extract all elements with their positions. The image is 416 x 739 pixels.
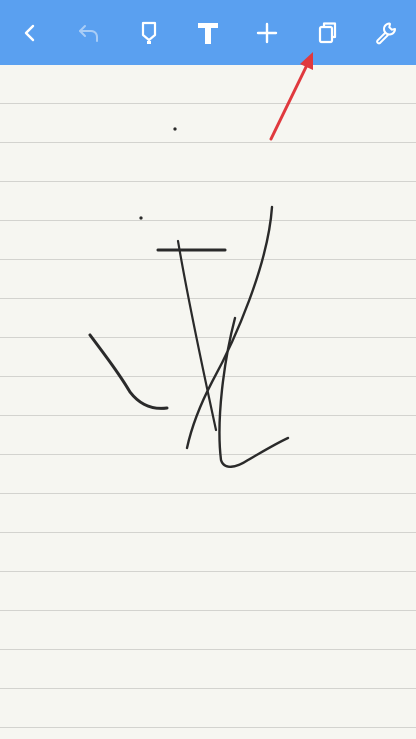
pen-tool-button[interactable] xyxy=(133,17,165,49)
chevron-left-icon xyxy=(24,24,35,41)
ruled-line xyxy=(0,688,416,689)
wrench-icon xyxy=(376,22,396,44)
ruled-line xyxy=(0,337,416,338)
ruled-line xyxy=(0,220,416,221)
plus-icon xyxy=(257,22,278,43)
ruled-line xyxy=(0,298,416,299)
ruled-line xyxy=(0,142,416,143)
notebook-canvas[interactable] xyxy=(0,65,416,739)
ruled-line xyxy=(0,571,416,572)
ruled-line xyxy=(0,259,416,260)
undo-icon xyxy=(79,24,99,42)
ruled-line xyxy=(0,532,416,533)
copy-pages-icon xyxy=(318,21,336,43)
back-button[interactable] xyxy=(14,17,46,49)
ruled-line xyxy=(0,649,416,650)
pages-button[interactable] xyxy=(311,17,343,49)
add-button[interactable] xyxy=(251,17,283,49)
ruled-line xyxy=(0,493,416,494)
ruled-line xyxy=(0,181,416,182)
ruled-line xyxy=(0,415,416,416)
ruled-line xyxy=(0,454,416,455)
undo-button[interactable] xyxy=(73,17,105,49)
text-tool-button[interactable] xyxy=(192,17,224,49)
ruled-line xyxy=(0,610,416,611)
ruled-line xyxy=(0,376,416,377)
ruled-line xyxy=(0,727,416,728)
ruled-line xyxy=(0,103,416,104)
text-tool-icon xyxy=(197,22,218,44)
top-toolbar xyxy=(0,0,416,65)
settings-button[interactable] xyxy=(370,17,402,49)
pen-tool-icon xyxy=(141,21,156,44)
